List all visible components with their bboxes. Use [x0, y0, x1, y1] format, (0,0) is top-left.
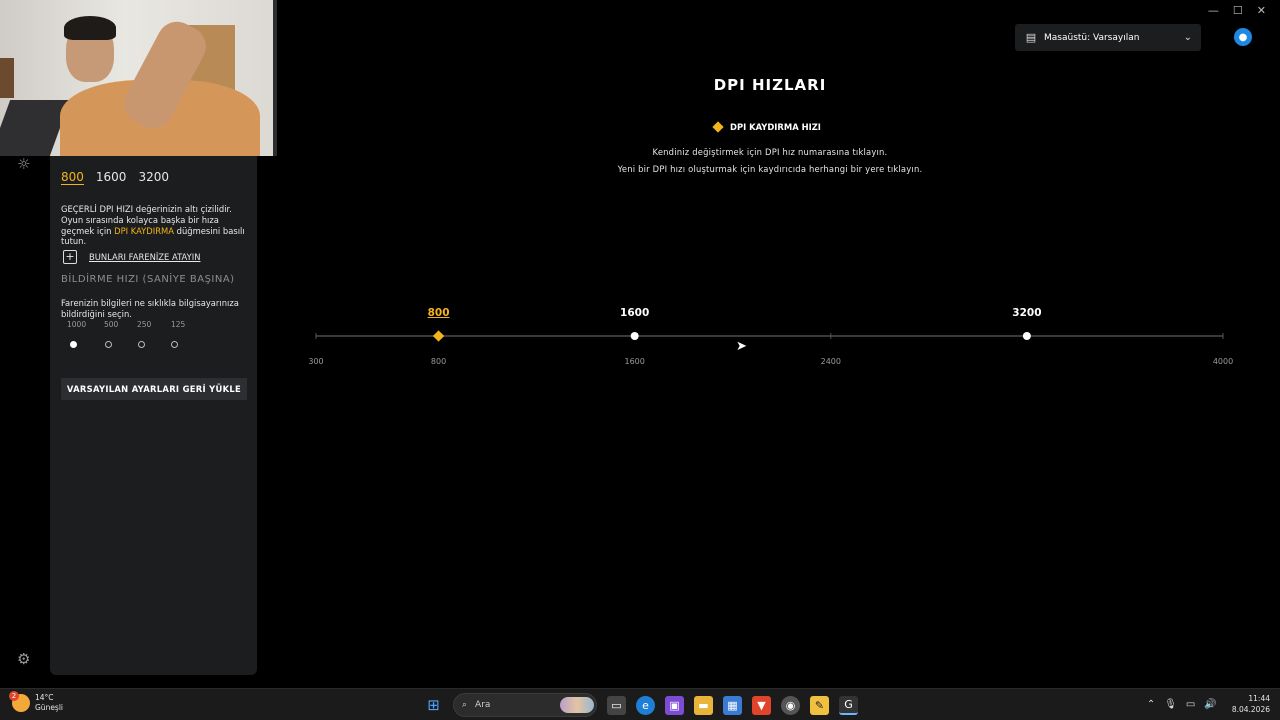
search-icon: ⌕	[462, 700, 468, 710]
notes-app-icon[interactable]: ✎	[810, 695, 829, 715]
slider-tick-label: 300	[308, 357, 324, 366]
search-placeholder: Ara	[475, 700, 491, 710]
chevron-up-icon[interactable]: ⌃	[1147, 699, 1155, 710]
gear-icon[interactable]: ⚙	[17, 650, 30, 668]
logitech-ghub-icon[interactable]: G	[839, 695, 858, 715]
edge-browser-icon[interactable]: e	[636, 695, 655, 715]
display-icon[interactable]: ▭	[1186, 699, 1195, 710]
dpi-slider[interactable]: 300 800 1600 2400 4000 800 1600 3200	[0, 0, 1280, 400]
dpi-stage-value-label[interactable]: 800	[428, 307, 450, 319]
taskbar-search[interactable]: ⌕ Ara	[453, 693, 597, 717]
dpi-stage-value-label[interactable]: 1600	[620, 307, 649, 319]
task-view-icon[interactable]: ▭	[607, 695, 626, 715]
microphone-icon[interactable]: 🎙	[1164, 699, 1177, 710]
weather-desc: Güneşli	[35, 703, 64, 712]
file-explorer-icon[interactable]: ▬	[694, 695, 713, 715]
clock-date: 8.04.2026	[1231, 705, 1270, 714]
windows-start-icon[interactable]: ⊞	[424, 696, 443, 715]
volume-icon[interactable]: 🔊	[1204, 699, 1216, 710]
chrome-icon[interactable]: ◉	[781, 695, 800, 715]
dpi-stage-value-label[interactable]: 3200	[1012, 307, 1041, 319]
slider-tick-label: 1600	[624, 357, 645, 366]
notification-badge: 2	[9, 691, 19, 701]
clock-time: 11:44	[1248, 694, 1270, 703]
search-highlight-image	[560, 697, 594, 713]
brave-browser-icon[interactable]: ▼	[752, 695, 771, 715]
store-icon[interactable]: ▦	[723, 695, 742, 715]
taskbar: 2 14°C Güneşli ⊞ ⌕ Ara ▭ e ▣ ▬ ▦ ▼ ◉ ✎ G…	[0, 688, 1280, 720]
microsoft-365-icon[interactable]: ▣	[665, 695, 684, 715]
dpi-slider-track[interactable]	[0, 0, 1280, 400]
taskbar-apps: ⊞ ⌕ Ara ▭ e ▣ ▬ ▦ ▼ ◉ ✎ G	[424, 693, 858, 717]
dpi-stage-marker[interactable]	[1022, 332, 1031, 340]
dpi-shift-marker[interactable]	[432, 330, 445, 342]
slider-tick-label: 4000	[1212, 357, 1234, 366]
dpi-stage-marker[interactable]	[630, 332, 639, 340]
weather-widget[interactable]: 2 14°C Güneşli	[9, 691, 64, 713]
slider-tick-label: 800	[430, 357, 447, 366]
weather-temp: 14°C	[35, 693, 54, 702]
mouse-cursor-icon: ➤	[736, 339, 747, 354]
clock[interactable]: 11:44 8.04.2026	[1232, 693, 1270, 715]
system-tray: ⌃ 🎙 ▭ 🔊 11:44 8.04.2026	[1147, 693, 1270, 715]
sun-icon: 2	[9, 691, 30, 712]
slider-tick-label: 2400	[820, 357, 841, 366]
